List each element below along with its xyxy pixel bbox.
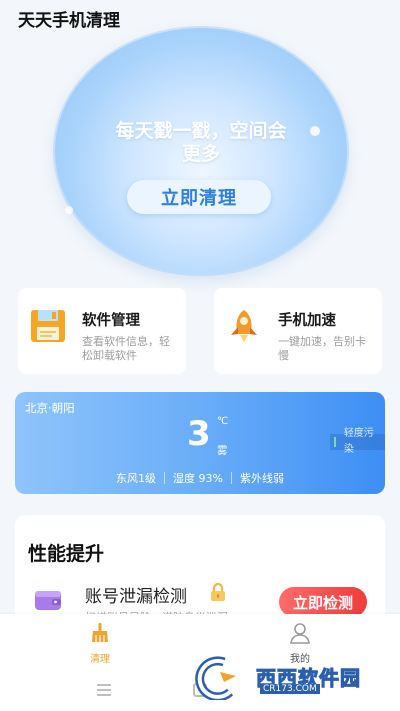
weather-location: 北京·朝阳 (25, 401, 75, 415)
aqi-indicator (334, 437, 336, 447)
weather-card[interactable]: 北京·朝阳 3 ℃ 雾 轻度污染 东风1级 湿度 93% 紫外线弱 (15, 392, 385, 494)
performance-section: 性能提升 账号泄漏检测 扫描账号风险，谨防身份泄漏 立即检测 (15, 515, 385, 625)
sparkle-decoration (65, 206, 73, 214)
aqi-label: 轻度污染 (343, 428, 374, 455)
weather-condition: 雾 (217, 445, 228, 457)
menu-icon[interactable] (97, 684, 111, 696)
wind-info: 东风1级 (116, 472, 157, 485)
weather-details: 东风1级 湿度 93% 紫外线弱 (15, 470, 385, 486)
card-title: 手机加速 (278, 313, 336, 329)
user-icon (290, 623, 310, 644)
clean-now-button[interactable]: 立即清理 (127, 180, 271, 214)
section-heading: 性能提升 (28, 543, 105, 565)
orb-slogan: 每天戳一戳，空间会更多 (115, 120, 287, 165)
watermark-logo (195, 656, 236, 700)
clean-orb[interactable]: 每天戳一戳，空间会更多 立即清理 (55, 28, 347, 274)
card-description: 查看软件信息，轻松卸载软件 (82, 335, 170, 362)
card-title: 软件管理 (82, 313, 140, 329)
lock-icon (211, 582, 225, 601)
phone-speedup-card[interactable]: 手机加速 一键加速，告别卡慢 (214, 288, 382, 374)
uv-info: 紫外线弱 (239, 472, 284, 485)
floppy-disk-icon (31, 310, 65, 342)
site-watermark: 西西软件园 CR173.COM (190, 656, 390, 700)
watermark-url: CR173.COM (260, 684, 320, 694)
air-quality-badge: 轻度污染 (330, 428, 385, 455)
card-description: 一键加速，告别卡慢 (278, 335, 366, 362)
software-management-card[interactable]: 软件管理 查看软件信息，轻松卸载软件 (18, 288, 186, 374)
humidity-info: 湿度 93% (173, 472, 223, 485)
nav-label: 清理 (90, 654, 110, 665)
weather-temperature: 3 (187, 414, 211, 454)
detect-now-button[interactable]: 立即检测 (279, 587, 367, 617)
rocket-icon (231, 310, 257, 342)
temperature-unit: ℃ (217, 416, 229, 427)
leak-detection-title: 账号泄漏检测 (85, 587, 187, 607)
broom-icon (92, 623, 108, 642)
nav-tab-clean[interactable]: 清理 (70, 622, 130, 665)
wallet-icon (35, 591, 61, 610)
